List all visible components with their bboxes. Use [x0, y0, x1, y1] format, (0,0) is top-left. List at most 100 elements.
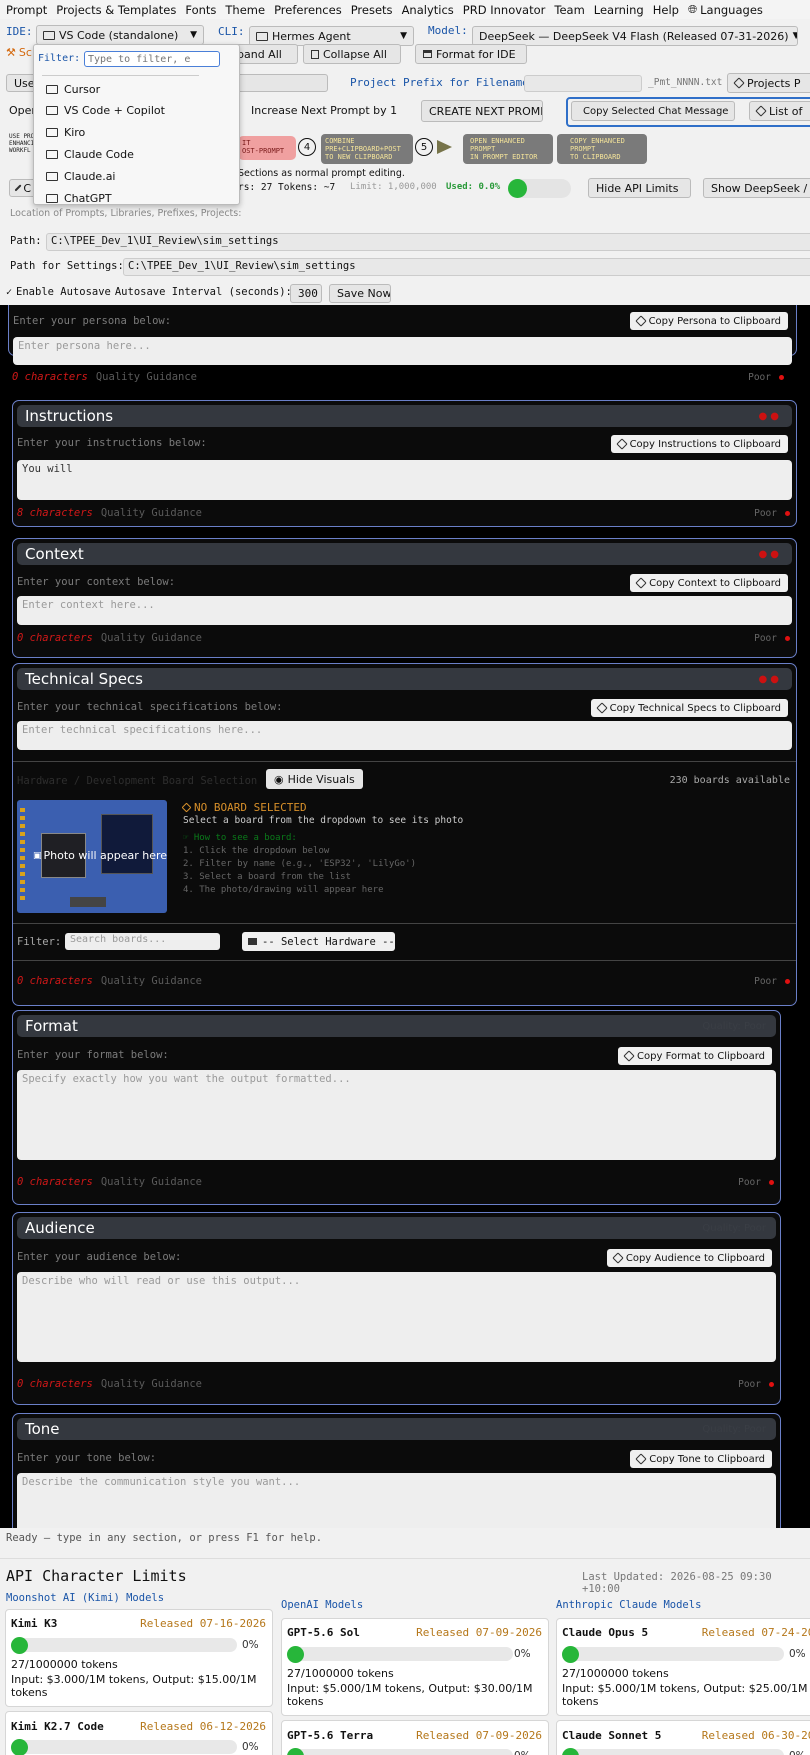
projects-button[interactable]: Projects P [727, 73, 810, 93]
usage-progress-fill [508, 179, 527, 198]
dropdown-item-claude-ai[interactable]: Claude.ai [46, 170, 116, 183]
chevron-down-icon: ▼ [190, 30, 197, 40]
cli-icon [256, 31, 268, 41]
menu-theme[interactable]: Theme [225, 3, 265, 17]
tech-sublabel: Enter your technical specifications belo… [17, 701, 283, 713]
collapse-icon [311, 49, 319, 59]
tone-sublabel: Enter your tone below: [17, 1452, 157, 1464]
copy-tech-specs-button[interactable]: Copy Technical Specs to Clipboard [590, 699, 788, 717]
quality-guidance-toggle[interactable]: Quality Guidance [96, 371, 197, 383]
quality-guidance-toggle[interactable]: Quality Guidance [101, 975, 202, 987]
format-icon [423, 50, 432, 58]
persona-textarea[interactable]: Enter persona here... [13, 337, 792, 365]
save-now-button[interactable]: Save Now [329, 284, 391, 303]
instructions-sublabel: Enter your instructions below: [17, 437, 207, 449]
copy-chat-message-button[interactable]: Copy Selected Chat Message [571, 101, 735, 121]
usage-bar-fill [562, 1748, 579, 1755]
cli-select[interactable]: Hermes Agent ▼ [249, 26, 414, 46]
context-header[interactable]: Context ●● [17, 543, 792, 565]
quality-dot [785, 635, 790, 641]
tone-header[interactable]: Tone Quality: Poor [17, 1418, 776, 1440]
select-hardware-dropdown[interactable]: -- Select Hardware -- [242, 932, 395, 951]
menu-fonts[interactable]: Fonts [185, 3, 216, 17]
audience-header[interactable]: Audience Quality: Poor [17, 1217, 776, 1239]
quality-guidance-toggle[interactable]: Quality Guidance [101, 632, 202, 644]
menu-languages[interactable]: 🌐︎ Languages [688, 2, 763, 17]
dropdown-filter-label: Filter: [38, 53, 81, 64]
usage-percent: 0% [789, 1750, 806, 1755]
collapse-all-button[interactable]: Collapse All [303, 44, 401, 64]
autosave-checkbox[interactable]: ✓ [6, 287, 12, 298]
copy-context-button[interactable]: Copy Context to Clipboard [630, 574, 788, 592]
copy-tone-button[interactable]: Copy Tone to Clipboard [630, 1450, 772, 1468]
usage-bar [562, 1748, 784, 1755]
board-module [101, 814, 153, 874]
board-icon [248, 938, 257, 945]
sc-button[interactable]: ⚒ Sc [6, 46, 32, 59]
hide-visuals-button[interactable]: ◉ Hide Visuals [266, 769, 363, 789]
instructions-textarea[interactable]: You will [17, 460, 792, 500]
release-date: Released 07-09-2026 [416, 1626, 542, 1639]
prompt-editor-area: Enter your persona below: Copy Persona t… [0, 305, 810, 1528]
menu-learning[interactable]: Learning [594, 3, 644, 17]
format-stats: 0 characters Quality Guidance Poor [17, 1176, 774, 1188]
menu-analytics[interactable]: Analytics [402, 3, 454, 17]
copy-audience-button[interactable]: Copy Audience to Clipboard [606, 1249, 772, 1267]
show-deepseek-button[interactable]: Show DeepSeek / C [703, 178, 810, 198]
format-header[interactable]: Format Quality: Poor [17, 1015, 776, 1037]
ide-select[interactable]: VS Code (standalone) ▼ [36, 25, 204, 45]
post-prompt-button[interactable]: IT OST-PROMPT [238, 136, 296, 160]
select-hint: Select a board from the dropdown to see … [183, 815, 464, 826]
menu-projects[interactable]: Projects & Templates [56, 3, 176, 17]
quality-guidance-toggle[interactable]: Quality Guidance [101, 507, 202, 519]
path-label: Path: [10, 235, 42, 247]
instructions-header[interactable]: Instructions ●● [17, 405, 792, 427]
copy-persona-button[interactable]: Copy Persona to Clipboard [629, 312, 788, 330]
path-input[interactable]: C:\TPEE_Dev_1\UI_Review\sim_settings [46, 233, 810, 251]
menu-prd[interactable]: PRD Innovator [463, 3, 546, 17]
combine-clipboard-button[interactable]: COMBINE PRE+CLIPBOARD+POST TO NEW CLIPBO… [321, 134, 413, 164]
dropdown-item-kiro[interactable]: Kiro [46, 126, 85, 139]
model-select[interactable]: DeepSeek — DeepSeek V4 Flash (Released 0… [472, 26, 798, 46]
create-next-prompt-button[interactable]: CREATE NEXT PROMPT [421, 100, 543, 122]
menu-help[interactable]: Help [653, 3, 679, 17]
expand-all-button[interactable]: pand All [230, 44, 298, 64]
format-ide-button[interactable]: Format for IDE [415, 44, 527, 64]
open-enhanced-button[interactable]: OPEN ENHANCED PROMPT IN PROMPT EDITOR [463, 134, 553, 164]
board-search-input[interactable]: Search boards... [65, 933, 220, 950]
hide-api-limits-button[interactable]: Hide API Limits [588, 178, 691, 198]
audience-textarea[interactable]: Describe who will read or use this outpu… [17, 1272, 776, 1362]
dropdown-filter-input[interactable] [84, 51, 220, 67]
tech-textarea[interactable]: Enter technical specifications here... [17, 721, 792, 750]
list-button[interactable]: List of [749, 101, 810, 121]
copy-instructions-button[interactable]: Copy Instructions to Clipboard [610, 435, 788, 453]
menu-preferences[interactable]: Preferences [274, 3, 342, 17]
copy-enhanced-button[interactable]: COPY ENHANCED PROMPT TO CLIPBOARD [557, 134, 647, 164]
dropdown-item-claude-code[interactable]: Claude Code [46, 148, 134, 161]
technical-specs-section: Technical Specs ●● Enter your technical s… [12, 663, 797, 1006]
tone-textarea[interactable]: Describe the communication style you wan… [17, 1473, 776, 1528]
quality-guidance-toggle[interactable]: Quality Guidance [101, 1176, 202, 1188]
tech-stats: 0 characters Quality Guidance Poor [17, 975, 790, 987]
dropdown-item-cursor[interactable]: Cursor [46, 83, 100, 96]
prefix-input[interactable] [524, 75, 642, 92]
autosave-row: ✓ Enable Autosave Autosave Interval (sec… [6, 286, 292, 298]
settings-path-input[interactable]: C:\TPEE_Dev_1\UI_Review\sim_settings [123, 258, 810, 276]
ide-icon [46, 85, 58, 94]
divider [0, 1558, 810, 1559]
autosave-interval-input[interactable]: 300 [290, 284, 322, 303]
dropdown-item-chatgpt[interactable]: ChatGPT [46, 192, 112, 204]
format-textarea[interactable]: Specify exactly how you want the output … [17, 1070, 776, 1160]
context-section: Context ●● Enter your context below: Copy… [12, 538, 797, 658]
quality-guidance-toggle[interactable]: Quality Guidance [101, 1378, 202, 1390]
api-card: GPT-5.6 Terra Released 07-09-2026 0% [281, 1720, 549, 1755]
menu-prompt[interactable]: Prompt [6, 3, 47, 17]
menu-presets[interactable]: Presets [351, 3, 393, 17]
menu-team[interactable]: Team [554, 3, 584, 17]
copy-format-button[interactable]: Copy Format to Clipboard [618, 1047, 772, 1065]
release-date: Released 06-30-202 [701, 1729, 810, 1742]
usage-bar [11, 1739, 237, 1755]
dropdown-item-vscode-copilot[interactable]: VS Code + Copilot [46, 104, 165, 117]
technical-specs-header[interactable]: Technical Specs ●● [17, 668, 792, 690]
context-textarea[interactable]: Enter context here... [17, 596, 792, 625]
